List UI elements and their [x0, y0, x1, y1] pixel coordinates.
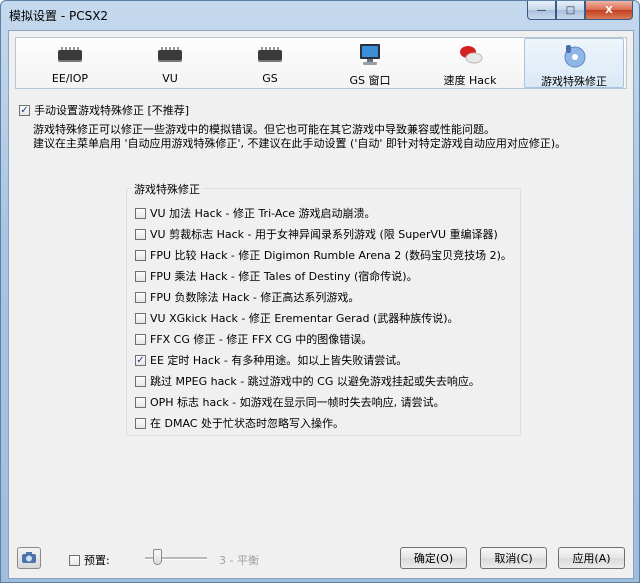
title-bar[interactable]: 模拟设置 - PCSX2 — □ X — [1, 1, 639, 27]
chip-icon — [54, 42, 86, 68]
checkbox-label: VU 剪裁标志 Hack - 用于女神异闻录系列游戏 (限 SuperVU 重编… — [150, 228, 498, 241]
tab-label: GS — [262, 72, 278, 85]
tab-label: GS 窗口 — [349, 74, 391, 87]
tab-game-fixes[interactable]: 游戏特殊修正 — [524, 38, 624, 88]
monitor-icon — [354, 42, 386, 68]
tab-gs[interactable]: GS — [220, 38, 320, 88]
checkbox-label: 跳过 MPEG hack - 跳过游戏中的 CG 以避免游戏挂起或失去响应。 — [150, 375, 480, 388]
fix-vu-clip-flag-hack[interactable]: VU 剪裁标志 Hack - 用于女神异闻录系列游戏 (限 SuperVU 重编… — [135, 226, 498, 242]
fix-fpu-mul-hack[interactable]: FPU 乘法 Hack - 修正 Tales of Destiny (宿命传说)… — [135, 268, 418, 284]
checkbox-label: VU 加法 Hack - 修正 Tri-Ace 游戏启动崩溃。 — [150, 207, 376, 220]
checkbox[interactable] — [135, 249, 146, 261]
fix-dmac-busy[interactable]: 在 DMAC 处于忙状态时忽略写入操作。 — [135, 415, 344, 431]
checkbox[interactable] — [135, 396, 146, 408]
tab-label: 速度 Hack — [443, 74, 497, 87]
checkbox[interactable] — [135, 207, 146, 219]
checkbox-label: FFX CG 修正 - 修正 FFX CG 中的图像错误。 — [150, 333, 373, 346]
close-button[interactable]: X — [585, 1, 633, 20]
checkbox-label: FPU 比较 Hack - 修正 Digimon Rumble Arena 2 … — [150, 249, 512, 262]
chip-icon — [254, 42, 286, 68]
preset-label: 预置: — [84, 554, 110, 567]
fix-ffx-cg[interactable]: FFX CG 修正 - 修正 FFX CG 中的图像错误。 — [135, 331, 372, 347]
tab-label: 游戏特殊修正 — [541, 75, 607, 88]
minimize-button[interactable]: — — [527, 1, 556, 20]
checkbox-label: 在 DMAC 处于忙状态时忽略写入操作。 — [150, 417, 344, 430]
fix-fpu-compare-hack[interactable]: FPU 比较 Hack - 修正 Digimon Rumble Arena 2 … — [135, 247, 512, 263]
bottom-bar: 预置: 3 - 平衡 确定(O) 取消(C) 应用(A) — [9, 547, 633, 575]
window-title: 模拟设置 - PCSX2 — [9, 9, 109, 23]
fix-oph-flag-hack[interactable]: OPH 标志 hack - 如游戏在显示同一帧时失去响应, 请尝试。 — [135, 394, 445, 410]
tab-vu[interactable]: VU — [120, 38, 220, 88]
checkbox-label: FPU 负数除法 Hack - 修正高达系列游戏。 — [150, 291, 360, 304]
tab-ee-iop[interactable]: EE/IOP — [20, 38, 120, 88]
checkbox-label: VU XGkick Hack - 修正 Erementar Gerad (武器种… — [150, 312, 459, 325]
checkbox-label: OPH 标志 hack - 如游戏在显示同一帧时失去响应, 请尝试。 — [150, 396, 445, 409]
cancel-button[interactable]: 取消(C) — [480, 547, 547, 569]
groupbox-title: 游戏特殊修正 — [131, 181, 203, 197]
fix-vu-add-hack[interactable]: VU 加法 Hack - 修正 Tri-Ace 游戏启动崩溃。 — [135, 205, 376, 221]
checkbox[interactable]: ✓ — [19, 104, 30, 116]
tab-gs-window[interactable]: GS 窗口 — [320, 38, 420, 88]
checkbox-label: 手动设置游戏特殊修正 [不推荐] — [34, 104, 190, 117]
apply-button[interactable]: 应用(A) — [558, 547, 625, 569]
fix-fpu-negdiv-hack[interactable]: FPU 负数除法 Hack - 修正高达系列游戏。 — [135, 289, 359, 305]
screenshot-button[interactable] — [17, 547, 41, 569]
checkbox-label: FPU 乘法 Hack - 修正 Tales of Destiny (宿命传说)… — [150, 270, 418, 283]
checkbox[interactable] — [135, 375, 146, 387]
preset-value-label: 3 - 平衡 — [219, 554, 259, 567]
dialog-client: EE/IOP VU GS GS 窗口 速度 Hack 游戏特殊修正 ✓ 手动设置… — [8, 30, 634, 579]
preset-checkbox[interactable]: 预置: — [69, 552, 110, 568]
checkbox[interactable] — [135, 333, 146, 345]
fix-ee-timing-hack[interactable]: ✓ EE 定时 Hack - 有多种用途。如以上皆失败请尝试。 — [135, 352, 407, 368]
window-controls: — □ X — [527, 1, 633, 21]
camera-icon — [22, 552, 36, 563]
checkbox[interactable]: ✓ — [135, 354, 146, 366]
fix-vu-xgkick-hack[interactable]: VU XGkick Hack - 修正 Erementar Gerad (武器种… — [135, 310, 459, 326]
pill-icon — [454, 42, 486, 68]
chip-icon — [154, 42, 186, 68]
checkbox[interactable] — [135, 417, 146, 429]
checkbox[interactable] — [135, 270, 146, 282]
fix-skip-mpeg-hack[interactable]: 跳过 MPEG hack - 跳过游戏中的 CG 以避免游戏挂起或失去响应。 — [135, 373, 480, 389]
tab-label: VU — [162, 72, 178, 85]
checkbox-label: EE 定时 Hack - 有多种用途。如以上皆失败请尝试。 — [150, 354, 408, 367]
checkbox[interactable] — [135, 312, 146, 324]
preset-slider-thumb[interactable] — [153, 549, 162, 565]
settings-tabs: EE/IOP VU GS GS 窗口 速度 Hack 游戏特殊修正 — [15, 37, 627, 89]
checkbox[interactable] — [69, 554, 80, 566]
disc-icon — [558, 43, 590, 69]
tab-speed-hack[interactable]: 速度 Hack — [420, 38, 520, 88]
ok-button[interactable]: 确定(O) — [400, 547, 467, 569]
tab-label: EE/IOP — [51, 72, 89, 85]
manual-gamefix-checkbox[interactable]: ✓ 手动设置游戏特殊修正 [不推荐] — [19, 102, 189, 118]
settings-window: 模拟设置 - PCSX2 — □ X EE/IOP VU GS GS 窗口 速度… — [0, 0, 640, 583]
checkbox[interactable] — [135, 228, 146, 240]
checkbox[interactable] — [135, 291, 146, 303]
maximize-button[interactable]: □ — [556, 1, 585, 20]
description-line-2: 建议在主菜单启用 '自动应用游戏特殊修正', 不建议在此手动设置 ('自动' 即… — [33, 137, 567, 150]
